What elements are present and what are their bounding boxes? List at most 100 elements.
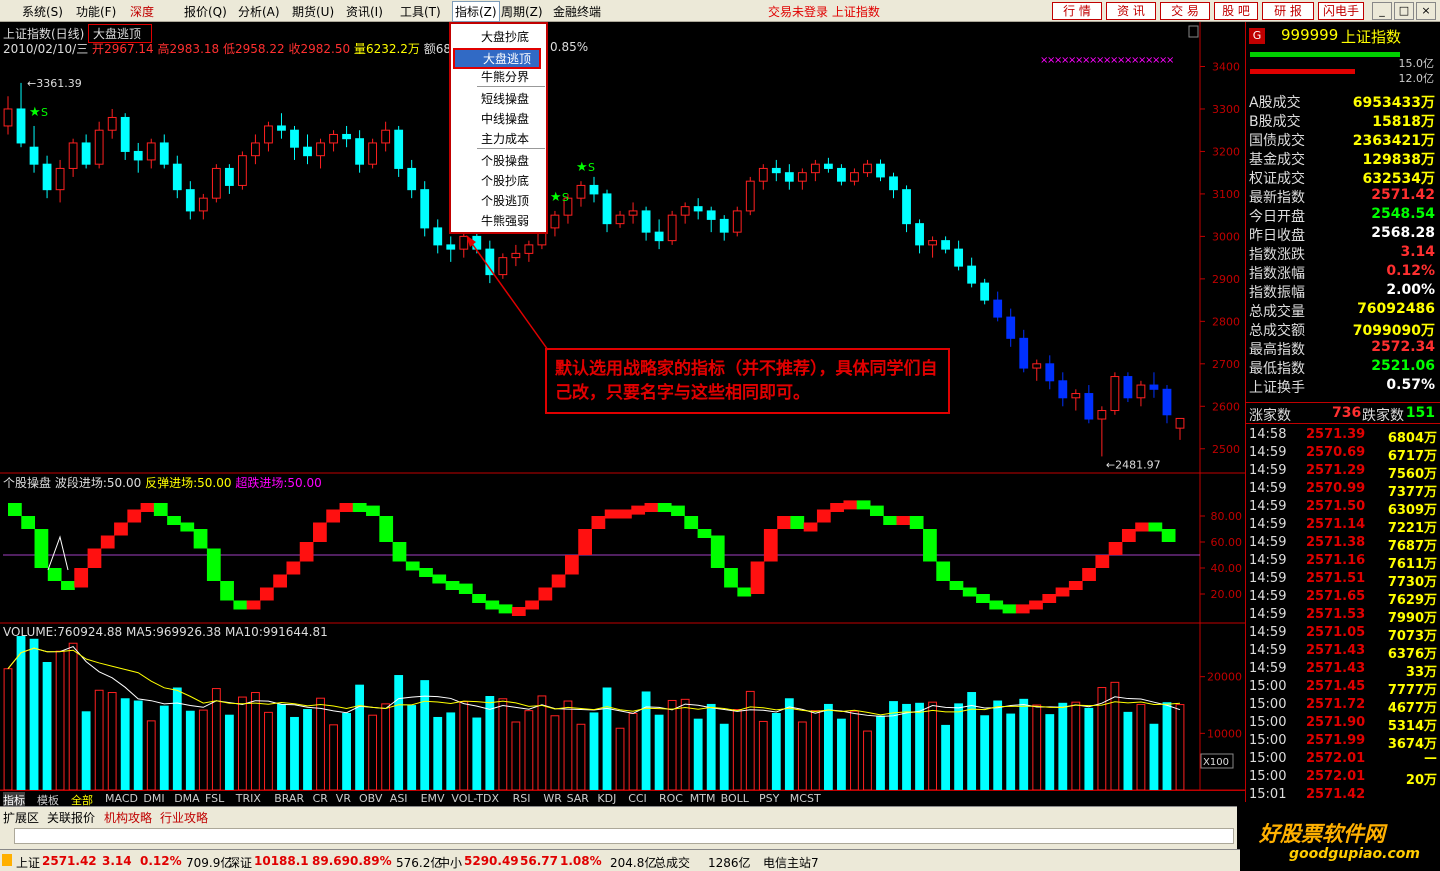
candle-body[interactable] [576,184,586,199]
candle-body[interactable] [316,142,325,157]
candle-body[interactable] [133,150,143,161]
candle-body[interactable] [146,142,156,161]
candle-body[interactable] [524,244,534,254]
candle-body[interactable] [407,167,417,191]
candle-body[interactable] [823,163,833,169]
indicator-tab-3[interactable]: MACD [105,792,138,805]
candle-body[interactable] [303,146,312,157]
candle-body[interactable] [172,163,182,191]
tick-row[interactable]: 15:00 2571.90 5314万 [1246,715,1440,734]
indicator-tab-8[interactable]: BRAR [274,792,304,805]
candle-body[interactable] [1149,384,1159,390]
menu-terminal[interactable]: 金融终端 [553,3,601,20]
candle-body[interactable] [329,133,338,144]
candle-body[interactable] [420,189,430,229]
candle-body[interactable] [224,167,234,186]
candle-body[interactable] [732,210,742,233]
candle-body[interactable] [198,197,208,212]
indicator-tab-22[interactable]: BOLL [721,792,749,805]
tick-row[interactable]: 15:00 2571.45 7777万 [1246,679,1440,698]
dropdown-item-7[interactable]: 个股抄底 [481,172,529,189]
dropdown-item-4[interactable]: 中线操盘 [481,110,529,127]
candle-body[interactable] [159,142,169,165]
tick-row[interactable]: 14:59 2571.14 7221万 [1246,517,1440,536]
indicator-tab-11[interactable]: OBV [359,792,382,805]
tick-row[interactable]: 14:59 2571.43 33万 [1246,661,1440,680]
menu-tools[interactable]: 工具(T) [400,3,441,20]
menu-system[interactable]: 系统(S) [22,3,63,20]
top-button-3[interactable]: 股 吧 [1214,2,1258,20]
candle-body[interactable] [368,142,378,165]
candle-body[interactable] [706,210,716,220]
indicator-tab-24[interactable]: MCST [790,792,821,805]
tick-row[interactable]: 14:59 2571.65 7629万 [1246,589,1440,608]
tick-row[interactable]: 14:59 2571.29 7560万 [1246,463,1440,482]
menu-futures[interactable]: 期货(U) [292,3,334,20]
indicator-tab-14[interactable]: VOL-TDX [451,792,499,805]
candle-body[interactable] [915,223,924,246]
candle-body[interactable] [342,133,351,140]
candle-body[interactable] [264,125,273,144]
candle-body[interactable] [928,240,937,246]
scroll-track[interactable] [14,828,1234,844]
candle-body[interactable] [589,184,599,195]
candle-body[interactable] [628,210,638,216]
candle-body[interactable] [954,248,964,267]
tick-row[interactable]: 14:59 2571.53 7990万 [1246,607,1440,626]
tick-row[interactable]: 14:59 2571.51 7730万 [1246,571,1440,590]
candle-body[interactable] [211,167,221,199]
dropdown-item-1[interactable]: 大盘逃顶 [453,48,541,69]
top-button-0[interactable]: 行 情 [1052,2,1102,20]
candle-body[interactable] [1019,337,1029,369]
top-button-1[interactable]: 资 讯 [1106,2,1156,20]
candle-body[interactable] [277,125,286,131]
tick-row[interactable]: 15:01 2571.42 [1246,787,1440,805]
menu-analysis[interactable]: 分析(A) [238,3,280,20]
dropdown-item-5[interactable]: 主力成本 [481,130,529,147]
indicator-dropdown-menu[interactable]: 大盘抄底 大盘逃顶 牛熊分界 短线操盘 中线操盘 主力成本 个股操盘 个股抄底 个股逃顶 牛熊强弱 [449,22,548,234]
candle-body[interactable] [68,142,78,169]
indicator-tab-9[interactable]: CR [313,792,328,805]
tick-row[interactable]: 15:00 2572.01 20万 [1246,769,1440,788]
candle-body[interactable] [602,193,612,225]
indicator-tab-7[interactable]: TRIX [236,792,261,805]
candle-body[interactable] [850,172,859,182]
indicator-tab-10[interactable]: VR [336,792,351,805]
candle-body[interactable] [120,116,130,152]
candle-body[interactable] [472,235,482,250]
candle-body[interactable] [1032,363,1042,369]
candle-body[interactable] [446,244,456,250]
candle-body[interactable] [889,176,898,191]
horizontal-scrollbar[interactable] [0,824,1245,849]
indicator-tab-16[interactable]: WR [543,792,562,805]
candle-body[interactable] [1097,410,1107,420]
candle-body[interactable] [1136,384,1146,399]
top-button-5[interactable]: 闪电手 [1318,2,1364,20]
indicator-tab-5[interactable]: DMA [174,792,200,805]
tick-row[interactable]: 15:00 2571.99 3674万 [1246,733,1440,752]
indicator-tab-20[interactable]: ROC [659,792,683,805]
candle-body[interactable] [863,163,872,174]
restore-icon[interactable]: □ [1394,2,1414,20]
menu-period[interactable]: 周期(Z) [501,3,543,20]
menu-indicator[interactable]: 指标(Z) [452,1,500,22]
tick-row[interactable]: 15:00 2572.01 — [1246,751,1440,769]
minimize-icon[interactable]: _ [1372,2,1392,20]
indicator-tab-6[interactable]: FSL [205,792,224,805]
dropdown-item-2[interactable]: 牛熊分界 [481,68,529,85]
top-button-2[interactable]: 交 易 [1160,2,1210,20]
candle-body[interactable] [758,167,768,182]
candle-body[interactable] [680,206,690,216]
dropdown-item-6[interactable]: 个股操盘 [481,152,529,169]
candle-body[interactable] [16,108,26,144]
candle-body[interactable] [511,252,521,259]
menu-news[interactable]: 资讯(I) [346,3,383,20]
dropdown-item-8[interactable]: 个股逃顶 [481,192,529,209]
menu-function[interactable]: 功能(F) [76,3,116,20]
candle-body[interactable] [42,163,52,191]
indicator-tab-21[interactable]: MTM [690,792,716,805]
dropdown-item-9[interactable]: 牛熊强弱 [481,212,529,229]
candle-body[interactable] [941,240,951,250]
candle-body[interactable] [719,218,729,233]
candle-body[interactable] [993,299,1003,318]
